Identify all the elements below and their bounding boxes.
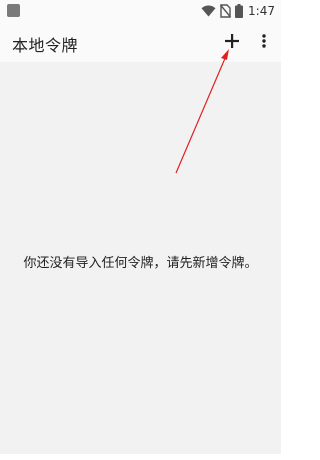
no-sim-icon [220, 4, 232, 18]
status-bar: 1:47 [0, 0, 281, 22]
more-vert-icon [262, 34, 266, 48]
status-icons: 1:47 [201, 2, 275, 20]
notification-square-icon [7, 4, 20, 17]
empty-state-message: 你还没有导入任何令牌，请先新增令牌。 [23, 256, 258, 271]
wifi-icon [201, 5, 216, 17]
add-token-button[interactable] [220, 29, 244, 53]
more-options-button[interactable] [254, 29, 274, 53]
battery-icon [235, 4, 244, 18]
app-bar: 本地令牌 [0, 22, 281, 62]
token-list-area: 你还没有导入任何令牌，请先新增令牌。 [0, 62, 281, 454]
status-time: 1:47 [248, 4, 275, 18]
bottom-edge [0, 454, 281, 460]
page-title: 本地令牌 [12, 36, 79, 55]
plus-icon [225, 34, 239, 48]
